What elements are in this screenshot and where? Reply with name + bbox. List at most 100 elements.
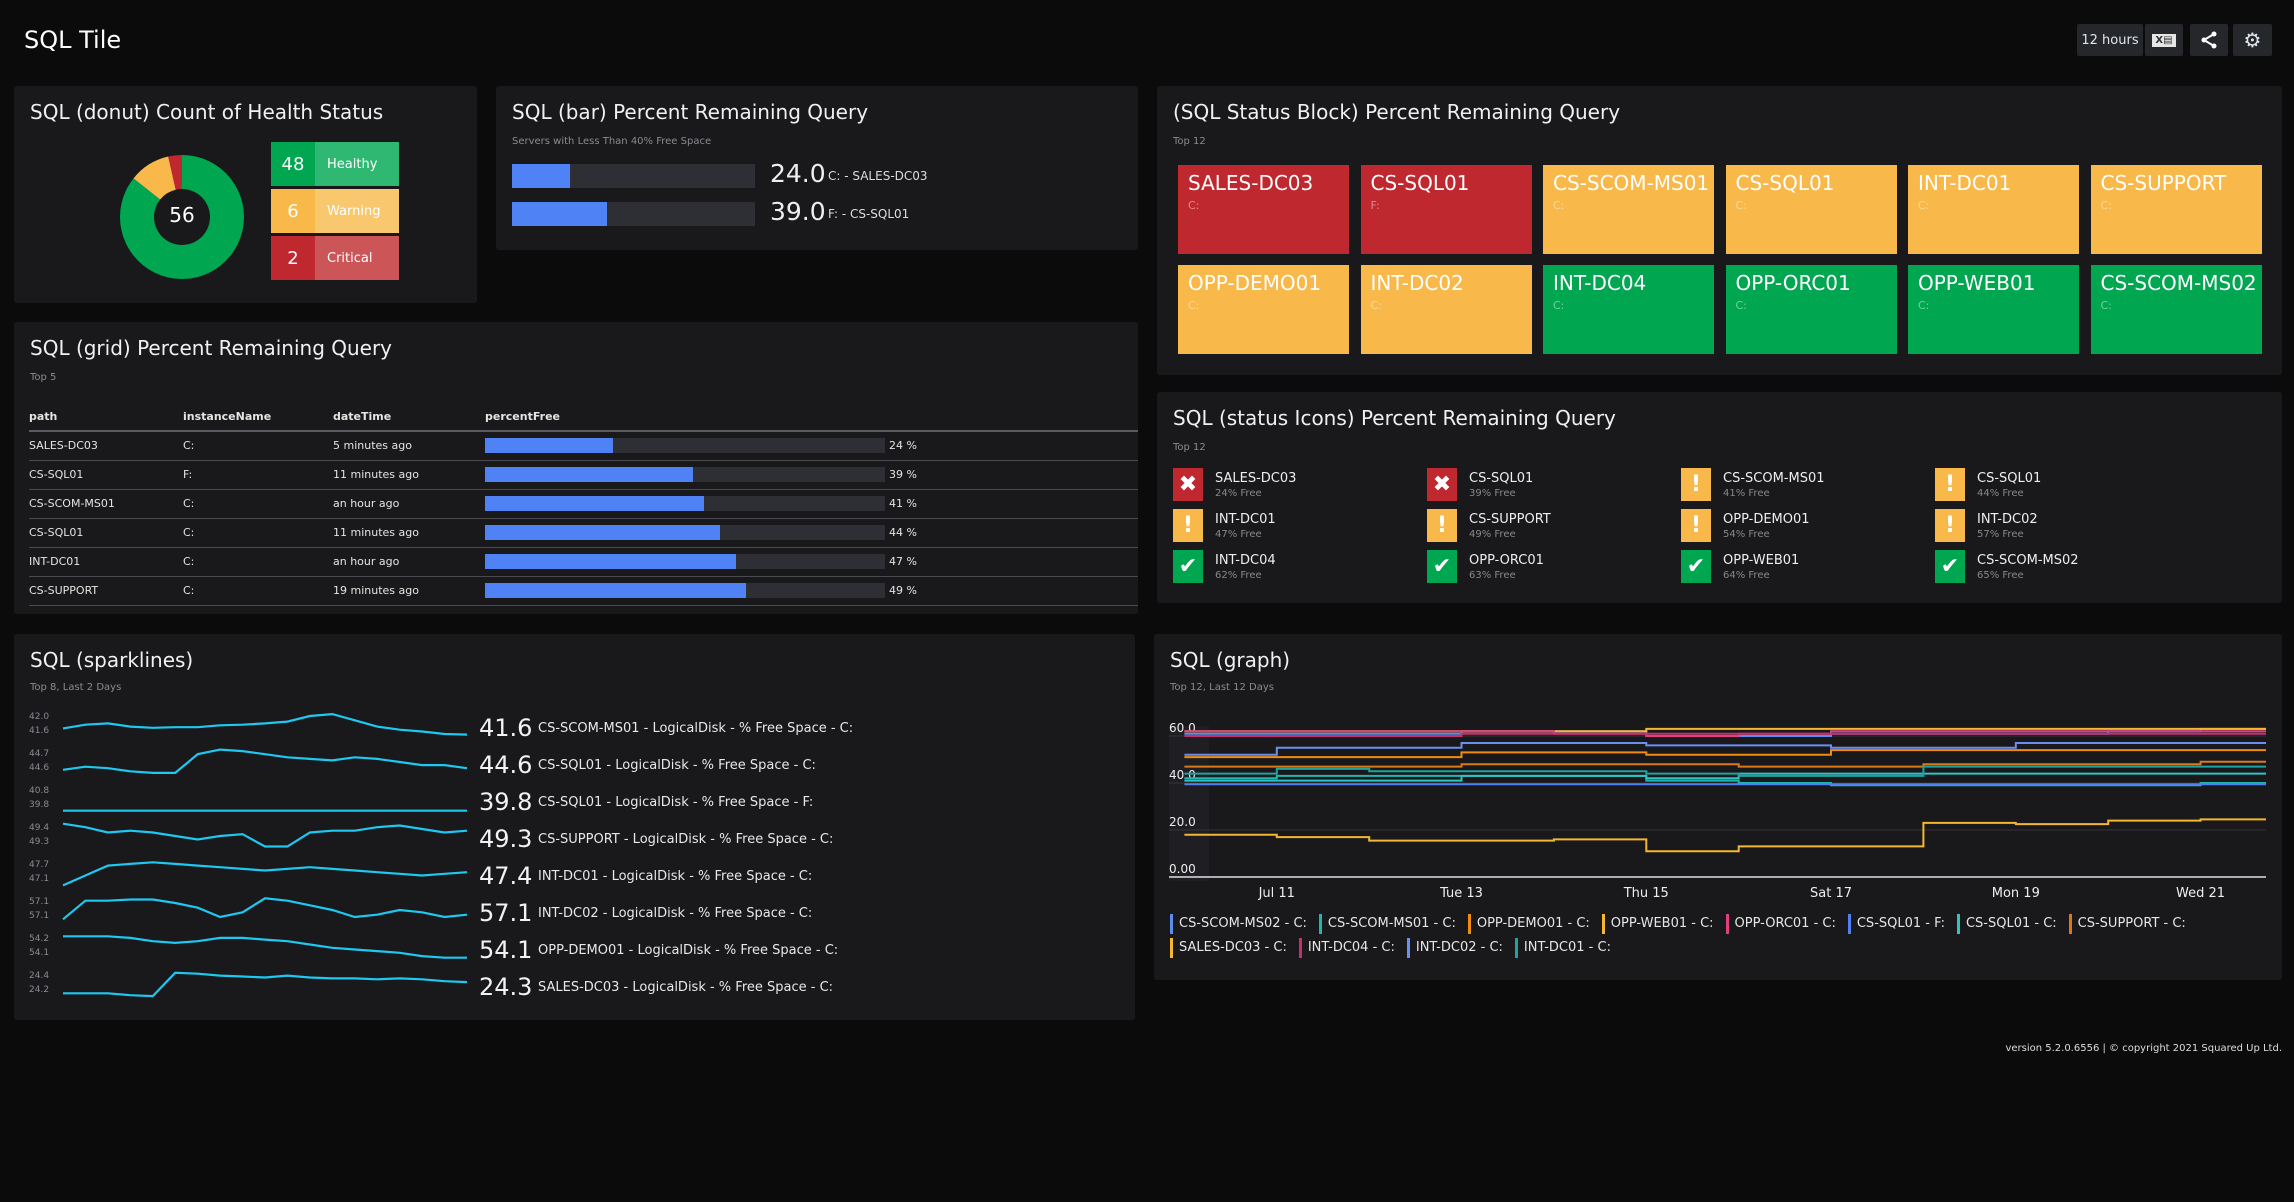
legend-item[interactable]: CS-SQL01 - C: (1956, 914, 2057, 934)
item-name: OPP-DEMO01 (1723, 511, 1810, 527)
legend-item[interactable]: SALES-DC03 - C: (1170, 938, 1287, 958)
panel-subtitle: Top 12 (1173, 442, 1206, 453)
legend-item[interactable]: INT-DC01 - C: (1514, 938, 1611, 958)
bar-label: F: - CS-SQL01 (828, 207, 910, 221)
series-line[interactable] (1184, 772, 2266, 782)
sparkline-label[interactable]: CS-SCOM-MS01 - LogicalDisk - % Free Spac… (538, 721, 853, 736)
legend-item[interactable]: INT-DC04 - C: (1298, 938, 1395, 958)
series-line[interactable] (1184, 818, 2266, 853)
status-icon-item[interactable]: ! INT-DC02 57% Free (1935, 509, 2038, 542)
x-tick-label: Thu 15 (1623, 886, 1669, 901)
status-tile[interactable]: CS-SQL01 F: (1360, 165, 1532, 254)
legend-item[interactable]: CS-SUPPORT - C: (2068, 914, 2186, 934)
percent-text: 49 % (889, 584, 917, 597)
time-range-button[interactable]: 12 hours (2077, 24, 2143, 56)
status-icon-item[interactable]: ✔ CS-SCOM-MS02 65% Free (1935, 550, 2079, 583)
status-icon-item[interactable]: ✖ SALES-DC03 24% Free (1173, 468, 1296, 501)
status-icon-item[interactable]: ✔ OPP-WEB01 64% Free (1681, 550, 1799, 583)
sparkline-label[interactable]: CS-SQL01 - LogicalDisk - % Free Space - … (538, 758, 816, 773)
status-tile[interactable]: CS-SQL01 C: (1725, 165, 1897, 254)
status-tile[interactable]: OPP-ORC01 C: (1725, 265, 1897, 354)
status-tile[interactable]: CS-SUPPORT C: (2090, 165, 2262, 254)
cell-path: SALES-DC03 (29, 431, 183, 461)
settings-button[interactable]: ⚙ (2233, 24, 2272, 56)
legend-item[interactable]: OPP-WEB01 - C: (1601, 914, 1714, 934)
percent-bar-fill (485, 467, 693, 482)
warning-icon: ! (1935, 468, 1965, 501)
item-free: 54% Free (1723, 528, 1770, 540)
sparkline-label[interactable]: CS-SQL01 - LogicalDisk - % Free Space - … (538, 795, 813, 810)
table-row[interactable]: INT-DC01 C: an hour ago 47 % (29, 547, 1138, 577)
legend-critical[interactable]: 2 Critical (271, 236, 399, 280)
sparkline-tick-low: 39.8 (29, 800, 50, 810)
status-icon-item[interactable]: ! CS-SQL01 44% Free (1935, 468, 2041, 501)
cell-dateTime: 11 minutes ago (333, 518, 485, 548)
series-line[interactable] (1184, 727, 2266, 737)
legend-label: Healthy (315, 142, 399, 186)
percent-bar-track (485, 496, 885, 511)
status-icons-panel: SQL (status Icons) Percent Remaining Que… (1157, 392, 2282, 603)
table-row[interactable]: CS-SUPPORT C: 19 minutes ago 49 % (29, 576, 1138, 606)
sparkline-label[interactable]: CS-SUPPORT - LogicalDisk - % Free Space … (538, 832, 833, 847)
critical-icon: ✖ (1173, 468, 1203, 501)
sparkline-tick-low: 49.3 (29, 837, 50, 847)
status-block-panel: (SQL Status Block) Percent Remaining Que… (1157, 86, 2282, 375)
sparkline-label[interactable]: OPP-DEMO01 - LogicalDisk - % Free Space … (538, 943, 838, 958)
column-header-instanceName[interactable]: instanceName (183, 402, 333, 432)
sparkline-tick-high: 47.7 (29, 860, 50, 870)
status-icon-item[interactable]: ! CS-SUPPORT 49% Free (1427, 509, 1551, 542)
legend-label: Warning (315, 189, 399, 233)
legend-warning[interactable]: 6 Warning (271, 189, 399, 233)
status-tile[interactable]: SALES-DC03 C: (1178, 165, 1349, 254)
series-line[interactable] (1184, 742, 2266, 756)
status-tile[interactable]: OPP-WEB01 C: (1908, 265, 2079, 354)
table-row[interactable]: CS-SQL01 C: 11 minutes ago 44 % (29, 518, 1138, 548)
column-header-dateTime[interactable]: dateTime (333, 402, 485, 432)
item-free: 65% Free (1977, 569, 2024, 581)
excel-export-button[interactable]: X▤ (2145, 24, 2183, 56)
cell-instanceName: C: (183, 547, 333, 577)
percent-text: 44 % (889, 526, 917, 539)
legend-item[interactable]: CS-SCOM-MS02 - C: (1170, 914, 1307, 934)
status-icon-item[interactable]: ✔ OPP-ORC01 63% Free (1427, 550, 1544, 583)
panel-title: SQL (sparklines) (30, 648, 194, 672)
legend-item[interactable]: OPP-ORC01 - C: (1725, 914, 1836, 934)
status-icon-item[interactable]: ! CS-SCOM-MS01 41% Free (1681, 468, 1825, 501)
item-name: OPP-WEB01 (1723, 552, 1800, 568)
table-row[interactable]: CS-SQL01 F: 11 minutes ago 39 % (29, 460, 1138, 490)
gear-icon: ⚙ (2243, 28, 2262, 52)
legend-item[interactable]: CS-SQL01 - F: (1847, 914, 1945, 934)
status-icon-item[interactable]: ! OPP-DEMO01 54% Free (1681, 509, 1810, 542)
legend-label: Critical (315, 236, 399, 280)
x-tick-label: Jul 11 (1258, 886, 1295, 901)
table-row[interactable]: CS-SCOM-MS01 C: an hour ago 41 % (29, 489, 1138, 519)
status-icon-item[interactable]: ✔ INT-DC04 62% Free (1173, 550, 1276, 583)
bar-fill (512, 164, 571, 188)
item-name: CS-SCOM-MS01 (1723, 470, 1825, 486)
legend-item[interactable]: CS-SCOM-MS01 - C: (1318, 914, 1456, 934)
status-tile[interactable]: INT-DC02 C: (1360, 265, 1532, 354)
status-tile[interactable]: CS-SCOM-MS02 C: (2090, 265, 2262, 354)
share-button[interactable] (2190, 24, 2228, 56)
status-icon-item[interactable]: ! INT-DC01 47% Free (1173, 509, 1276, 542)
status-tile[interactable]: CS-SCOM-MS01 C: (1543, 165, 1714, 254)
status-tile[interactable]: OPP-DEMO01 C: (1178, 265, 1349, 354)
legend-item[interactable]: INT-DC02 - C: (1406, 938, 1503, 958)
status-tile[interactable]: INT-DC01 C: (1908, 165, 2079, 254)
status-tile[interactable]: INT-DC04 C: (1543, 265, 1714, 354)
column-header-percentFree[interactable]: percentFree (485, 402, 1138, 432)
item-name: CS-SQL01 (1977, 470, 2042, 486)
sparkline-tick-high: 57.1 (29, 897, 50, 907)
series-line[interactable] (1184, 749, 2266, 759)
column-header-path[interactable]: path (29, 402, 183, 432)
sparkline-label[interactable]: INT-DC02 - LogicalDisk - % Free Space - … (538, 906, 812, 921)
sparkline-label[interactable]: SALES-DC03 - LogicalDisk - % Free Space … (538, 980, 833, 995)
legend-healthy[interactable]: 48 Healthy (271, 142, 399, 186)
legend-item[interactable]: OPP-DEMO01 - C: (1467, 914, 1590, 934)
table-row[interactable]: SALES-DC03 C: 5 minutes ago 24 % (29, 431, 1138, 461)
cell-dateTime: 11 minutes ago (333, 460, 485, 490)
sparkline-label[interactable]: INT-DC01 - LogicalDisk - % Free Space - … (538, 869, 812, 884)
tile-instance: C: (1188, 199, 1200, 212)
sparkline-value: 54.1 (479, 936, 533, 964)
status-icon-item[interactable]: ✖ CS-SQL01 39% Free (1427, 468, 1533, 501)
